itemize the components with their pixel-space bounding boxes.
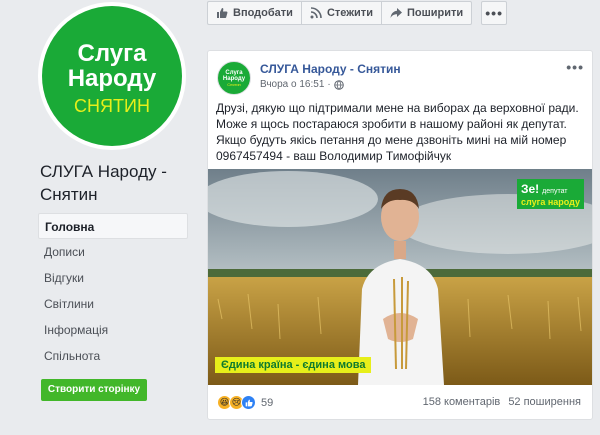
share-arrow-icon	[390, 8, 402, 18]
post-photo[interactable]: Зе! депутат слуга народу Єдина країна - є…	[208, 169, 592, 385]
post-author-avatar[interactable]: Слуга Народу Снятин	[217, 61, 251, 95]
post-author-name[interactable]: СЛУГА Народу - Снятин	[260, 62, 401, 76]
post-meta: Вчора о 16:51 ·	[260, 79, 344, 90]
page-sidebar: Слуга Народу СНЯТИН СЛУГА Народу - Сняти…	[0, 0, 196, 435]
nav-item-about[interactable]: Інформація	[38, 317, 188, 343]
more-options-button[interactable]: •••	[481, 1, 508, 25]
party-badge: Зе! депутат слуга народу	[516, 179, 584, 209]
post-options-button[interactable]: •••	[566, 59, 584, 75]
meta-separator: ·	[327, 79, 331, 90]
nav-item-community[interactable]: Спільнота	[38, 343, 188, 369]
post-avatar-line-3: Снятин	[227, 81, 241, 87]
photo-slogan: Єдина країна - єдина мова	[215, 357, 372, 373]
nav-item-home[interactable]: Головна	[38, 213, 188, 239]
post-timestamp[interactable]: Вчора о 16:51	[260, 79, 324, 90]
follow-button[interactable]: Стежити	[300, 1, 381, 25]
share-page-button[interactable]: Поширити	[380, 1, 473, 25]
nav-item-photos[interactable]: Світлини	[38, 291, 188, 317]
page-title[interactable]: СЛУГА Народу - Снятин	[40, 160, 190, 206]
page-avatar[interactable]: Слуга Народу СНЯТИН	[38, 2, 186, 150]
nav-item-posts[interactable]: Дописи	[38, 239, 188, 265]
logo-line-1: Слуга	[77, 39, 147, 67]
like-page-label: Вподобати	[233, 7, 293, 19]
logo-line-2: Народу	[67, 64, 157, 92]
comments-count-link[interactable]: 158 коментарів	[423, 396, 501, 408]
reactions-summary[interactable]: 😆 😢 59	[217, 395, 273, 410]
create-page-button[interactable]: Створити сторінку	[41, 379, 147, 401]
page-action-bar: Вподобати Стежити Поширити •••	[207, 1, 508, 25]
nav-item-reviews[interactable]: Відгуки	[38, 265, 188, 291]
post-avatar-line-2: Народу	[222, 75, 246, 82]
badge-party: слуга народу	[520, 197, 580, 207]
reactions-count: 59	[261, 396, 274, 409]
globe-icon[interactable]	[333, 79, 344, 90]
logo-line-3: СНЯТИН	[74, 95, 150, 116]
rss-icon	[310, 7, 322, 19]
shares-count-link[interactable]: 52 поширення	[508, 396, 581, 408]
page-logo: Слуга Народу СНЯТИН	[42, 6, 182, 146]
badge-deputy: депутат	[542, 188, 568, 195]
page-nav: Головна Дописи Відгуки Світлини Інформац…	[38, 213, 188, 369]
like-reaction-icon	[241, 395, 256, 410]
share-page-label: Поширити	[406, 7, 464, 19]
post-stats: 158 коментарів 52 поширення	[418, 396, 581, 408]
follow-label: Стежити	[326, 7, 373, 19]
post-text: Друзі, дякую що підтримали мене на вибор…	[216, 101, 579, 163]
feed-post: Слуга Народу Снятин СЛУГА Народу - Сняти…	[207, 50, 593, 420]
thumbs-up-icon	[217, 8, 228, 18]
badge-ze: Зе!	[520, 182, 540, 196]
like-page-button[interactable]: Вподобати	[207, 1, 301, 25]
